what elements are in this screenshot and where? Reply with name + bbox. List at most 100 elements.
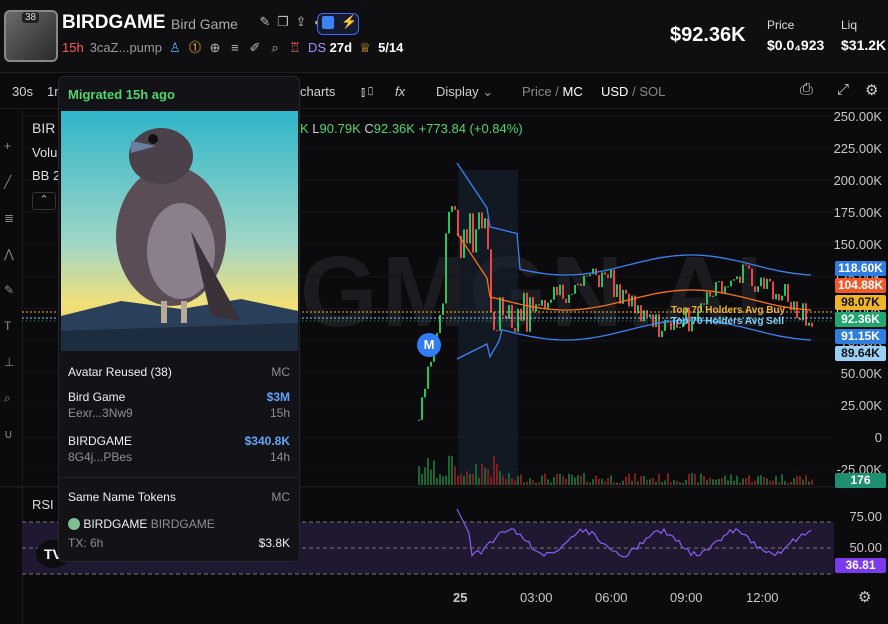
volume-bar	[517, 476, 519, 485]
volume-bar	[511, 478, 513, 485]
volume-bar	[679, 482, 681, 485]
candle	[574, 284, 576, 294]
volume-bar	[799, 476, 801, 485]
candle	[511, 305, 513, 328]
volume-bar	[604, 481, 606, 485]
candle	[652, 314, 654, 327]
candle	[577, 283, 579, 285]
candle	[547, 302, 549, 309]
candle	[709, 291, 711, 297]
candle	[601, 272, 603, 288]
same-name-mc-header: MC	[271, 490, 290, 504]
volume-bar	[622, 480, 624, 485]
candle	[619, 284, 621, 304]
volume-bar	[463, 476, 465, 485]
volume-bar	[493, 455, 495, 485]
holders-avg-buy-label: Top 70 Holders Avg Buy	[671, 305, 786, 316]
volume-bar	[508, 473, 510, 485]
price-tag: 92.36K	[835, 312, 886, 327]
time-axis-tick: 06:00	[595, 590, 628, 605]
volume-bar	[703, 475, 705, 485]
candle	[520, 308, 522, 321]
bb-label: BB 2	[32, 168, 61, 183]
reused-item-name[interactable]: Bird Game	[68, 390, 125, 404]
candle	[742, 264, 744, 283]
volume-bar	[607, 477, 609, 485]
price-axis-tick: 25.00K	[840, 397, 882, 413]
volume-bar	[787, 482, 789, 485]
reused-item-address: 8G4j...PBes	[68, 450, 133, 464]
volume-bar	[454, 466, 456, 485]
volume-bar	[652, 477, 654, 485]
price-axis-tick: 150.00K	[833, 237, 882, 253]
candle	[481, 212, 483, 229]
volume-bar	[724, 475, 726, 485]
candle	[427, 366, 429, 389]
candle	[736, 276, 738, 280]
collapse-legend-button[interactable]: ⌃	[32, 192, 56, 210]
candle	[655, 314, 657, 327]
candle	[490, 249, 492, 312]
time-axis-tick: 12:00	[746, 590, 779, 605]
candle	[718, 281, 720, 283]
price-axis-tick: 200.00K	[833, 173, 882, 189]
volume-bar	[739, 482, 741, 485]
volume-bar	[619, 482, 621, 485]
volume-bar	[790, 481, 792, 485]
price-tag: 98.07K	[835, 295, 886, 310]
candle	[544, 299, 546, 309]
candle	[775, 293, 777, 300]
candle	[523, 292, 525, 321]
volume-bar	[466, 471, 468, 485]
ohlc-readout: K L90.79K C92.36K +773.84 (+0.84%)	[300, 121, 523, 136]
volume-bar	[487, 469, 489, 485]
volume-bar	[643, 475, 645, 485]
same-name-token[interactable]: BIRDGAME BIRDGAME	[68, 517, 215, 531]
volume-bar	[811, 479, 813, 485]
axis-settings-icon[interactable]: ⚙	[858, 588, 871, 606]
volume-bar	[439, 474, 441, 485]
volume-bar	[745, 478, 747, 485]
volume-bar	[637, 481, 639, 485]
volume-bar	[775, 475, 777, 485]
volume-bar	[682, 482, 684, 485]
volume-bar	[748, 475, 750, 485]
candle	[553, 286, 555, 300]
candle	[769, 278, 771, 282]
volume-bar	[646, 479, 648, 485]
volume-bar	[571, 474, 573, 485]
volume-bar	[586, 481, 588, 485]
candle	[571, 293, 573, 295]
volume-bar	[634, 473, 636, 485]
volume-bar	[772, 480, 774, 485]
candle	[706, 291, 708, 305]
candle	[454, 206, 456, 210]
candle	[733, 279, 735, 281]
candle	[760, 277, 762, 287]
candle	[499, 297, 501, 331]
reused-item-name[interactable]: BIRDGAME	[68, 434, 132, 448]
candle	[784, 284, 786, 296]
volume-bar	[610, 475, 612, 485]
candle	[604, 272, 606, 275]
candle	[457, 209, 459, 236]
volume-bar	[535, 482, 537, 485]
volume-bar	[427, 458, 429, 485]
candle	[445, 233, 447, 304]
volume-bar	[595, 475, 597, 485]
popup-divider	[59, 477, 299, 478]
volume-bar	[574, 477, 576, 485]
volume-bar	[697, 482, 699, 485]
candle	[748, 265, 750, 269]
volume-bar	[760, 475, 762, 485]
volume-bar	[577, 475, 579, 485]
price-axis-tick: 0	[874, 430, 882, 445]
candle	[562, 284, 564, 299]
candle	[625, 289, 627, 294]
volume-bar	[550, 482, 552, 485]
candle	[451, 206, 453, 212]
migration-marker[interactable]: M	[417, 333, 441, 357]
candle	[580, 283, 582, 286]
candle	[484, 218, 486, 229]
volume-bar	[460, 474, 462, 485]
